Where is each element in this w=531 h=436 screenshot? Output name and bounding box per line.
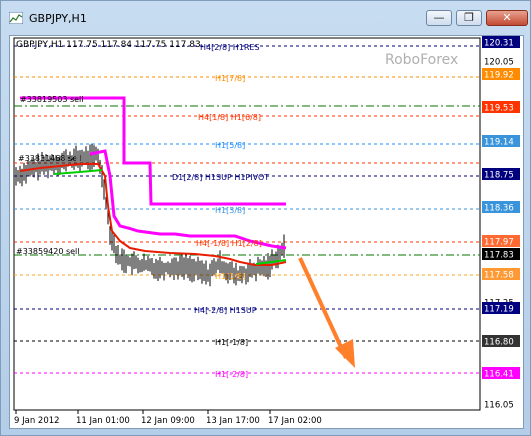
time-tick: 9 Jan 2012 — [14, 416, 60, 426]
time-tick: 11 Jan 01:00 — [76, 416, 130, 426]
window-title: GBPJPY,H1 — [29, 12, 87, 25]
close-button[interactable]: ✕ — [486, 10, 528, 26]
price-axis: 120.31 120.05 119.92 119.53 119.14 118.75 118.… — [482, 36, 520, 411]
price-tick: 119.53 — [484, 104, 514, 114]
price-tick: 118.75 — [484, 171, 514, 181]
time-tick: 12 Jan 09:00 — [141, 416, 195, 426]
order-label: #33819503 sell — [20, 95, 84, 104]
price-tick: 118.36 — [484, 204, 514, 214]
time-tick: 17 Jan 02:00 — [268, 416, 322, 426]
restore-button[interactable]: ❐ — [456, 10, 482, 26]
level-label: H4[-1/8] H1[2/8] — [196, 239, 262, 248]
level-label: H1[1/8] — [215, 272, 245, 281]
watermark: RoboForex — [385, 52, 458, 68]
level-label: H4[1/8] H1[6/8] — [198, 113, 261, 122]
chart-header: GBPJPY,H1 117.75 117.84 117.75 117.83 — [16, 40, 201, 50]
price-tick: 119.14 — [484, 138, 514, 148]
chart-window: GBPJPY,H1 — ❐ ✕ GBPJPY,H1 117.75 117.84 … — [0, 0, 531, 436]
price-tick: 117.58 — [484, 271, 514, 281]
price-tick: 120.31 — [484, 39, 514, 49]
price-tick: 116.05 — [484, 401, 514, 411]
price-tick: 120.05 — [484, 58, 514, 68]
level-label: H1[-2/8] — [215, 370, 248, 379]
level-label: D1[2/8] H1SUP H1PIVOT — [172, 173, 269, 182]
plot-area — [13, 37, 481, 411]
chart-canvas[interactable]: GBPJPY,H1 117.75 117.84 117.75 117.83 Ro… — [10, 36, 523, 428]
level-label: H4[2/8] H1RES — [200, 43, 260, 52]
title-bar[interactable]: GBPJPY,H1 — ❐ ✕ — [1, 1, 530, 35]
level-label: H1[-1/8] — [215, 338, 248, 347]
level-label: H4[-2/8] H1SUP — [194, 306, 257, 315]
level-label: H1[3/8] — [215, 206, 245, 215]
price-tick: 116.41 — [484, 370, 514, 380]
time-axis: 9 Jan 2012 11 Jan 01:00 12 Jan 09:00 13 Jan… — [14, 410, 322, 426]
price-tick: 119.92 — [484, 71, 514, 81]
minimize-button[interactable]: — — [426, 10, 452, 26]
price-tick: 117.19 — [484, 305, 514, 315]
order-label: #33859420 sell — [16, 247, 80, 256]
level-label: H1[7/8] — [215, 74, 245, 83]
order-label: #33831468 sell — [18, 154, 82, 163]
level-label: H1[5/8] — [215, 141, 245, 150]
price-tick: 116.80 — [484, 338, 514, 348]
price-tick: 117.83 — [484, 251, 514, 261]
price-chart[interactable]: GBPJPY,H1 117.75 117.84 117.75 117.83 Ro… — [9, 35, 524, 429]
chart-icon — [9, 12, 23, 24]
time-tick: 13 Jan 17:00 — [206, 416, 260, 426]
price-tick: 117.97 — [484, 238, 514, 248]
